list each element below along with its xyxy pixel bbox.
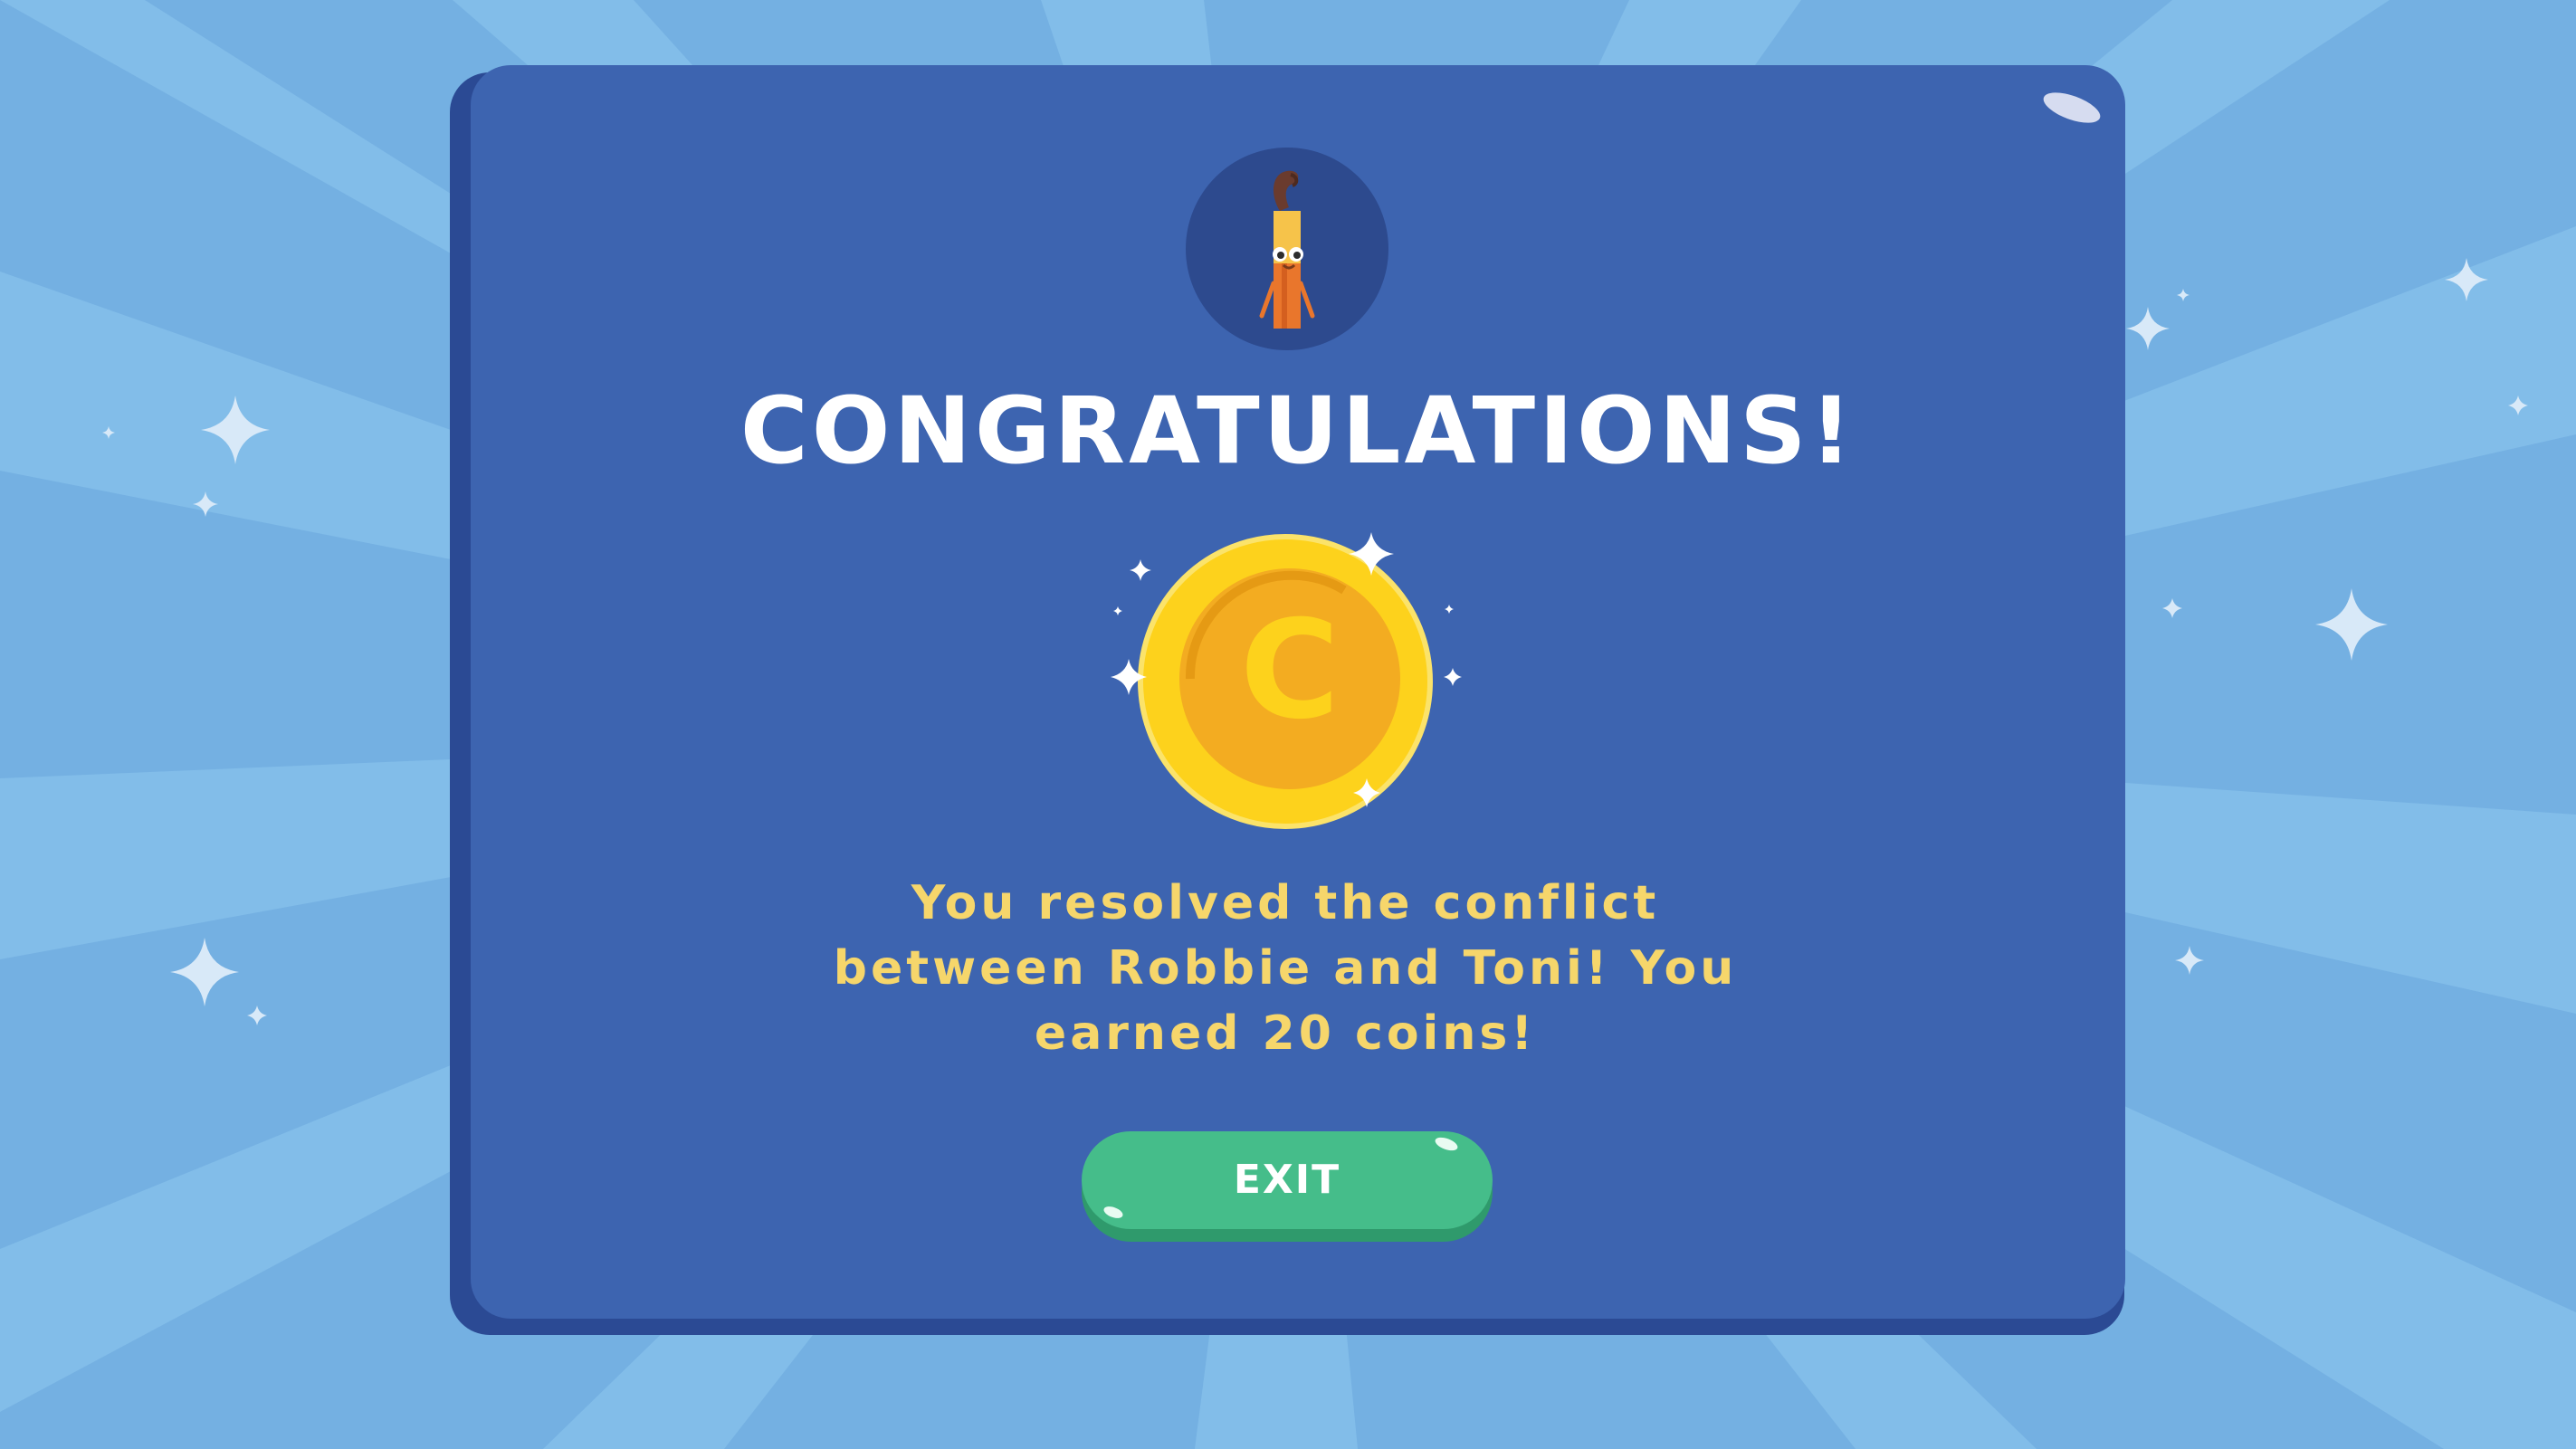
game-screen: CONGRATULATIONS! C You resolved the conf… [0,0,2576,1449]
sparkle-icon [2162,598,2182,618]
sparkle-icon [2126,307,2170,350]
coin-letter: C [1240,592,1340,749]
sparkle-icon [247,1006,267,1025]
exit-button[interactable]: EXIT [1082,1131,1493,1229]
sparkle-icon [1113,606,1122,615]
pencil-character-avatar [1186,148,1388,350]
sparkle-icon [170,938,239,1006]
sparkle-icon [102,426,115,439]
sparkle-icon [2445,258,2488,301]
congratulations-title: CONGRATULATIONS! [739,377,1856,485]
exit-button-label[interactable]: EXIT [1082,1131,1493,1229]
sparkle-icon [2177,289,2190,301]
sparkle-icon [201,396,270,464]
sparkle-icon [2508,396,2528,415]
gold-coin-icon: C [1100,523,1471,840]
result-message: You resolved the conflict between Robbie… [833,876,1738,1061]
sparkle-icon [1130,559,1151,581]
sparkle-icon [2315,588,2388,661]
sparkle-icon [1445,605,1454,614]
sparkle-icon [1444,668,1462,686]
sparkle-icon [2175,946,2204,975]
sparkle-icon [193,491,218,517]
pencil-character-icon [1259,170,1315,329]
